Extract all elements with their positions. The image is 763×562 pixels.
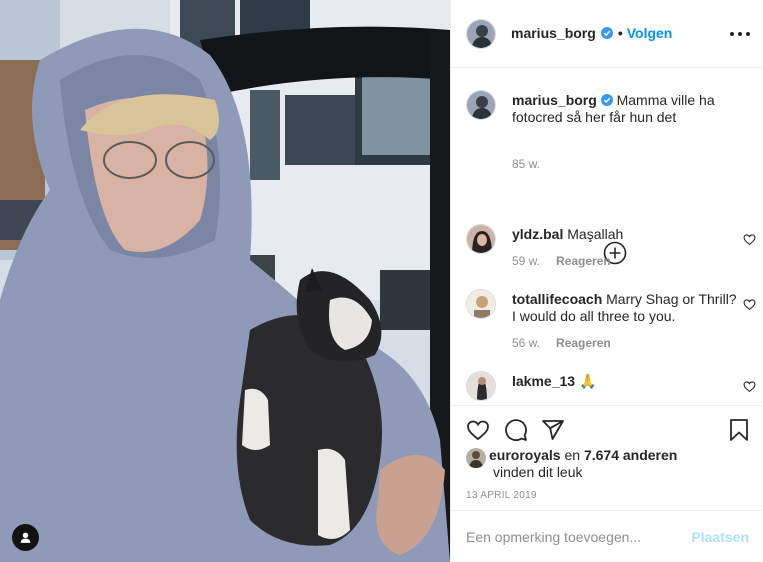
like-heart-icon[interactable] — [466, 418, 490, 442]
comment-meta: 56 w. Reageren — [512, 336, 611, 350]
commenter-avatar[interactable] — [466, 371, 496, 401]
liker-username[interactable]: euroroyals — [489, 447, 561, 463]
comment-username[interactable]: totallifecoach — [512, 291, 602, 307]
caption-age[interactable]: 85 w. — [512, 157, 540, 171]
heart-icon[interactable] — [743, 298, 756, 311]
follow-button[interactable]: Volgen — [627, 25, 673, 41]
caption-text: marius_borg Mamma ville ha fotocred så h… — [512, 92, 740, 126]
header-separator: • — [617, 25, 623, 41]
commenter-avatar[interactable] — [466, 289, 496, 319]
heart-icon[interactable] — [743, 233, 756, 246]
likes-suffix: vinden dit leuk — [493, 464, 583, 480]
author-username[interactable]: marius_borg — [511, 25, 596, 41]
comment-input[interactable] — [466, 526, 681, 548]
comment-item: yldz.bal Maşallah 59 w. Reageren — [466, 224, 756, 274]
comment-username[interactable]: lakme_13 — [512, 373, 575, 389]
reply-button[interactable]: Reageren — [556, 336, 611, 350]
post-comment-button[interactable]: Plaatsen — [691, 529, 749, 545]
post-header: marius_borg • Volgen — [451, 0, 763, 68]
heart-icon[interactable] — [743, 380, 756, 393]
add-comment-bar: Plaatsen — [451, 510, 763, 562]
verified-badge-icon — [600, 94, 613, 106]
comment-icon[interactable] — [504, 418, 528, 442]
comments-list: marius_borg Mamma ville ha fotocred så h… — [451, 69, 763, 405]
caption-meta: 85 w. — [512, 157, 540, 171]
reply-button[interactable]: Reageren — [556, 254, 611, 268]
share-icon[interactable] — [541, 418, 565, 442]
likes-connector: en — [564, 447, 581, 463]
post-date[interactable]: 13 APRIL 2019 — [466, 490, 537, 501]
likes-others-count[interactable]: 7.674 anderen — [584, 447, 677, 463]
verified-badge-icon — [600, 27, 613, 39]
commenter-avatar[interactable] — [466, 224, 496, 254]
more-options-icon[interactable] — [730, 29, 750, 39]
liker-avatar[interactable] — [466, 448, 486, 468]
caption-avatar[interactable] — [466, 90, 496, 120]
photo-image — [0, 0, 450, 562]
comment-item: lakme_13 🙏 — [466, 371, 756, 405]
comment-username[interactable]: yldz.bal — [512, 226, 563, 242]
comment-body: 🙏 — [578, 373, 597, 389]
comment-age[interactable]: 59 w. — [512, 254, 540, 268]
comment-text: totallifecoach Marry Shag or Thrill? I w… — [512, 291, 740, 325]
comment-age[interactable]: 56 w. — [512, 336, 540, 350]
bookmark-icon[interactable] — [727, 418, 751, 442]
comment-text: lakme_13 🙏 — [512, 373, 740, 390]
post-photo[interactable] — [0, 0, 450, 562]
caption-username[interactable]: marius_borg — [512, 92, 597, 108]
comment-meta: 59 w. Reageren — [512, 254, 611, 268]
comment-body: Maşallah — [567, 226, 624, 242]
author-avatar[interactable] — [466, 19, 496, 49]
user-tag-icon — [20, 532, 31, 543]
comment-text: yldz.bal Maşallah — [512, 226, 740, 243]
likes-summary: euroroyals en 7.674 anderen vinden dit l… — [466, 447, 677, 481]
post-side-panel: marius_borg • Volgen marius_borg Mamma v… — [450, 0, 763, 562]
caption-item: marius_borg Mamma ville ha fotocred så h… — [466, 90, 756, 171]
likes-text: euroroyals en 7.674 anderen vinden dit l… — [489, 447, 677, 481]
user-tag-button[interactable] — [12, 524, 39, 551]
comment-item: totallifecoach Marry Shag or Thrill? I w… — [466, 289, 756, 354]
header-user-line: marius_borg • Volgen — [511, 25, 672, 41]
